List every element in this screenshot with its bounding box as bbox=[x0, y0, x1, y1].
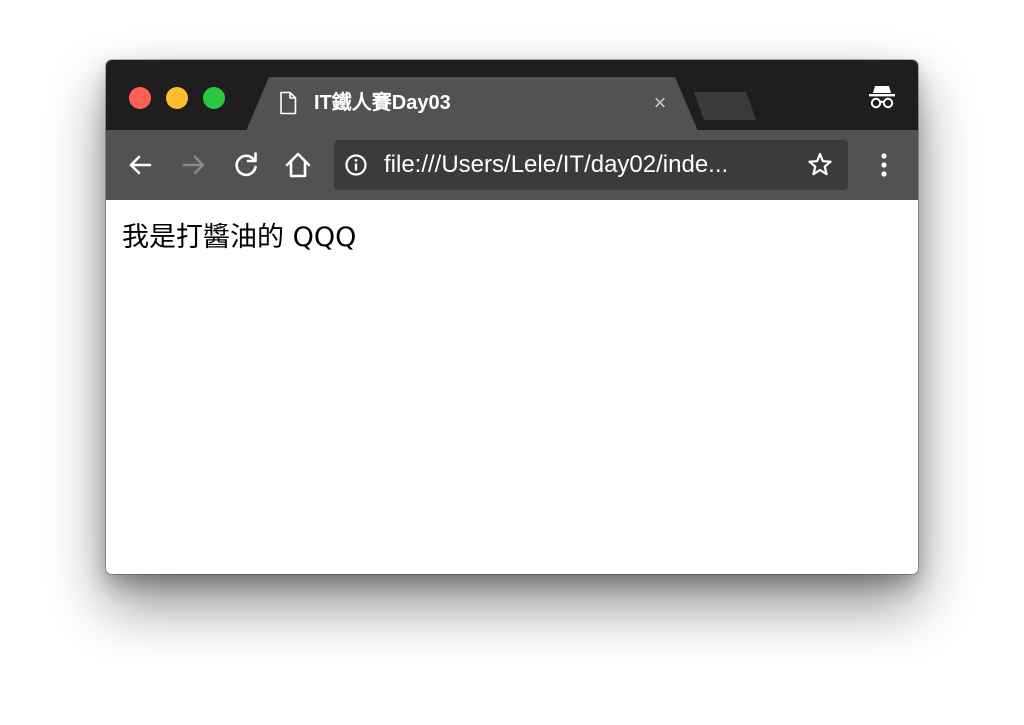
tab-close-button[interactable]: × bbox=[648, 91, 672, 115]
page-body-text: 我是打醬油的 QQQ bbox=[122, 222, 357, 253]
page-content: 我是打醬油的 QQQ bbox=[106, 200, 918, 574]
url-text[interactable]: file:///Users/Lele/IT/day02/inde... bbox=[384, 151, 728, 179]
arrow-left-icon[interactable] bbox=[124, 149, 156, 181]
new-tab-button[interactable] bbox=[694, 92, 756, 120]
browser-window: IT鐵人賽Day03 × file:///Users/Lele/IT/day02… bbox=[106, 60, 918, 574]
tab-active[interactable]: IT鐵人賽Day03 × bbox=[246, 77, 698, 131]
title-bar: IT鐵人賽Day03 × bbox=[106, 60, 918, 131]
star-icon[interactable] bbox=[806, 151, 834, 179]
home-icon[interactable] bbox=[282, 149, 314, 181]
tab-title: IT鐵人賽Day03 bbox=[314, 92, 451, 114]
toolbar: file:///Users/Lele/IT/day02/inde... bbox=[106, 130, 918, 200]
info-icon[interactable] bbox=[344, 153, 368, 177]
incognito-icon bbox=[869, 86, 895, 109]
close-window-button[interactable] bbox=[129, 87, 151, 109]
address-bar[interactable]: file:///Users/Lele/IT/day02/inde... bbox=[334, 140, 848, 190]
minimize-window-button[interactable] bbox=[166, 87, 188, 109]
reload-icon[interactable] bbox=[230, 149, 262, 181]
arrow-right-icon[interactable] bbox=[178, 149, 210, 181]
maximize-window-button[interactable] bbox=[203, 87, 225, 109]
page-icon bbox=[280, 91, 297, 115]
kebab-menu-icon[interactable] bbox=[870, 149, 898, 181]
